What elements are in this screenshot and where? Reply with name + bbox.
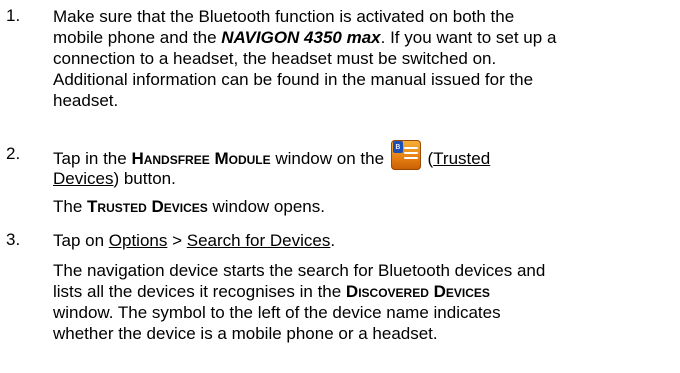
trusted-devices-link[interactable]: Trusted xyxy=(433,149,490,168)
window-name: Trusted Devices xyxy=(87,197,208,216)
text-line: Tap in the Handsfree Module window on th… xyxy=(53,140,491,170)
text-line: headset. xyxy=(53,91,119,110)
window-name: Discovered Devices xyxy=(345,282,490,301)
window-name: Handsfree Module xyxy=(131,149,271,168)
text-line: The Trusted Devices window opens. xyxy=(53,197,325,216)
step-text: Make sure that the Bluetooth function is… xyxy=(53,6,673,111)
text-line: Devices) button. xyxy=(53,169,176,188)
trusted-devices-icon[interactable]: ʙ xyxy=(390,140,421,170)
options-link[interactable]: Options xyxy=(109,231,168,250)
text-line: The navigation device starts the search … xyxy=(53,261,546,280)
step-text: Tap on Options > Search for Devices. The… xyxy=(53,230,673,344)
text-line: Tap on Options > Search for Devices. xyxy=(53,231,336,250)
text-line: connection to a headset, the headset mus… xyxy=(53,49,497,68)
trusted-devices-link[interactable]: Devices xyxy=(53,169,113,188)
step-number: 2. xyxy=(6,144,21,163)
text-line: lists all the devices it recognises in t… xyxy=(53,282,490,301)
text-line: whether the device is a mobile phone or … xyxy=(53,324,438,343)
text-line: Make sure that the Bluetooth function is… xyxy=(53,7,515,26)
text-line: window. The symbol to the left of the de… xyxy=(53,303,501,322)
product-name: NAVIGON 4350 max xyxy=(221,28,381,47)
step-text: Tap in the Handsfree Module window on th… xyxy=(53,140,673,217)
search-for-devices-link[interactable]: Search for Devices xyxy=(187,231,331,250)
step-number: 1. xyxy=(6,6,21,25)
text-line: Additional information can be found in t… xyxy=(53,70,534,89)
text-line: mobile phone and the NAVIGON 4350 max. I… xyxy=(53,28,557,47)
step-number: 3. xyxy=(6,230,21,249)
